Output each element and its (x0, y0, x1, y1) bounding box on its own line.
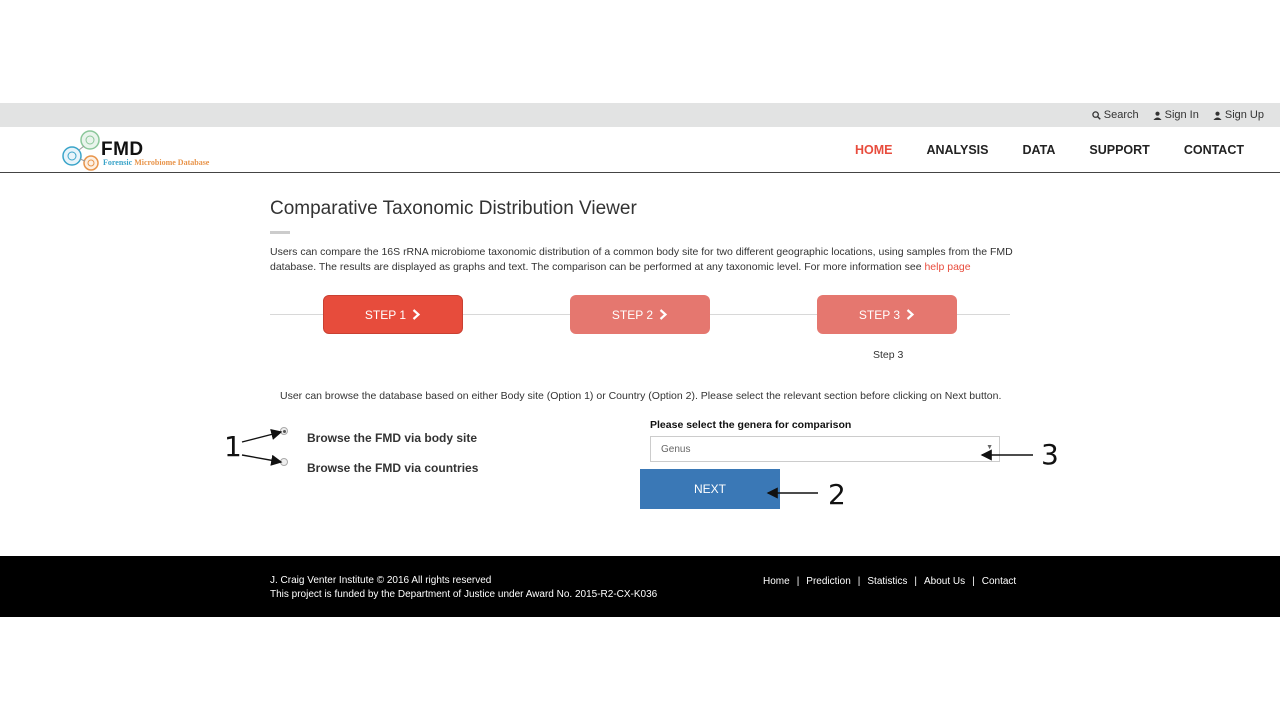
annotation-number-1: 1 (224, 430, 242, 463)
search-icon (1092, 110, 1101, 120)
footer-funding: This project is funded by the Department… (270, 589, 658, 600)
nav-contact[interactable]: CONTACT (1184, 143, 1244, 157)
chevron-right-icon (906, 309, 915, 320)
utility-links: Search Sign In Sign Up (1092, 103, 1264, 127)
step-1-label: STEP 1 (364, 307, 407, 322)
fmd-logo[interactable]: FMD Forensic Microbiome Database (60, 129, 220, 171)
step-3-button[interactable]: STEP 3 (817, 295, 957, 334)
dropdown-caret-icon: ▼ (986, 444, 993, 451)
genera-select[interactable]: Genus ▼ (650, 436, 1000, 462)
nav-support[interactable]: SUPPORT (1089, 143, 1149, 157)
microbe-logo-icon (62, 130, 100, 171)
step-3-label: STEP 3 (858, 307, 901, 322)
logo-subtitle-part2: Microbiome Database (134, 158, 210, 167)
site-header: FMD Forensic Microbiome Database HOME AN… (0, 127, 1280, 173)
signup-link[interactable]: Sign Up (1213, 109, 1264, 121)
help-page-link[interactable]: help page (924, 261, 970, 273)
signup-label: Sign Up (1224, 109, 1264, 121)
option-countries-label[interactable]: Browse the FMD via countries (307, 461, 478, 475)
page-title: Comparative Taxonomic Distribution Viewe… (270, 198, 637, 219)
user-icon (1213, 111, 1222, 120)
signin-label: Sign In (1164, 109, 1199, 121)
nav-home[interactable]: HOME (855, 143, 893, 157)
step-2-button[interactable]: STEP 2 (570, 295, 710, 334)
footer-copyright: J. Craig Venter Institute © 2016 All rig… (270, 575, 492, 586)
search-link[interactable]: Search (1092, 109, 1139, 121)
title-underline (270, 231, 290, 234)
step-caption: Step 3 (873, 349, 904, 361)
footer-link-home[interactable]: Home (763, 576, 790, 587)
site-footer: J. Craig Venter Institute © 2016 All rig… (0, 556, 1280, 617)
annotation-number-3: 3 (1041, 438, 1059, 471)
footer-separator: | (857, 576, 861, 587)
main-nav: HOME ANALYSIS DATA SUPPORT CONTACT (855, 127, 1244, 172)
signin-link[interactable]: Sign In (1153, 109, 1199, 121)
nav-data[interactable]: DATA (1023, 143, 1056, 157)
footer-link-contact[interactable]: Contact (982, 576, 1016, 587)
chevron-right-icon (659, 309, 668, 320)
annotation-arrow-1a (241, 429, 283, 443)
footer-info: J. Craig Venter Institute © 2016 All rig… (270, 574, 657, 602)
step-1-button[interactable]: STEP 1 (323, 295, 463, 334)
top-utility-bar: Search Sign In Sign Up (0, 103, 1280, 127)
user-icon (1153, 111, 1162, 120)
footer-link-prediction[interactable]: Prediction (806, 576, 850, 587)
radio-body-site[interactable] (280, 427, 288, 435)
logo-subtitle-part1: Forensic (103, 158, 133, 167)
search-label: Search (1103, 109, 1139, 121)
chevron-right-icon (412, 309, 421, 320)
radio-countries[interactable] (280, 458, 288, 466)
next-button[interactable]: NEXT (640, 469, 780, 509)
intro-text: Users can compare the 16S rRNA microbiom… (270, 246, 1013, 273)
logo-subtitle: Forensic Microbiome Database (103, 158, 209, 167)
instructions-text: User can browse the database based on ei… (280, 390, 1002, 402)
annotation-arrow-1b (241, 454, 283, 466)
genera-select-label: Please select the genera for comparison (650, 419, 852, 431)
footer-separator: | (972, 576, 975, 587)
annotation-number-2: 2 (828, 478, 846, 511)
intro-paragraph: Users can compare the 16S rRNA microbiom… (270, 245, 1015, 275)
step-2-label: STEP 2 (611, 307, 654, 322)
footer-link-statistics[interactable]: Statistics (867, 576, 907, 587)
nav-analysis[interactable]: ANALYSIS (926, 143, 988, 157)
footer-separator: | (914, 576, 917, 587)
footer-links: Home | Prediction | Statistics | About U… (763, 576, 1016, 587)
genera-select-value: Genus (661, 443, 691, 455)
footer-separator: | (796, 576, 800, 587)
footer-link-about-us[interactable]: About Us (924, 576, 965, 587)
option-body-site-label[interactable]: Browse the FMD via body site (307, 431, 477, 445)
